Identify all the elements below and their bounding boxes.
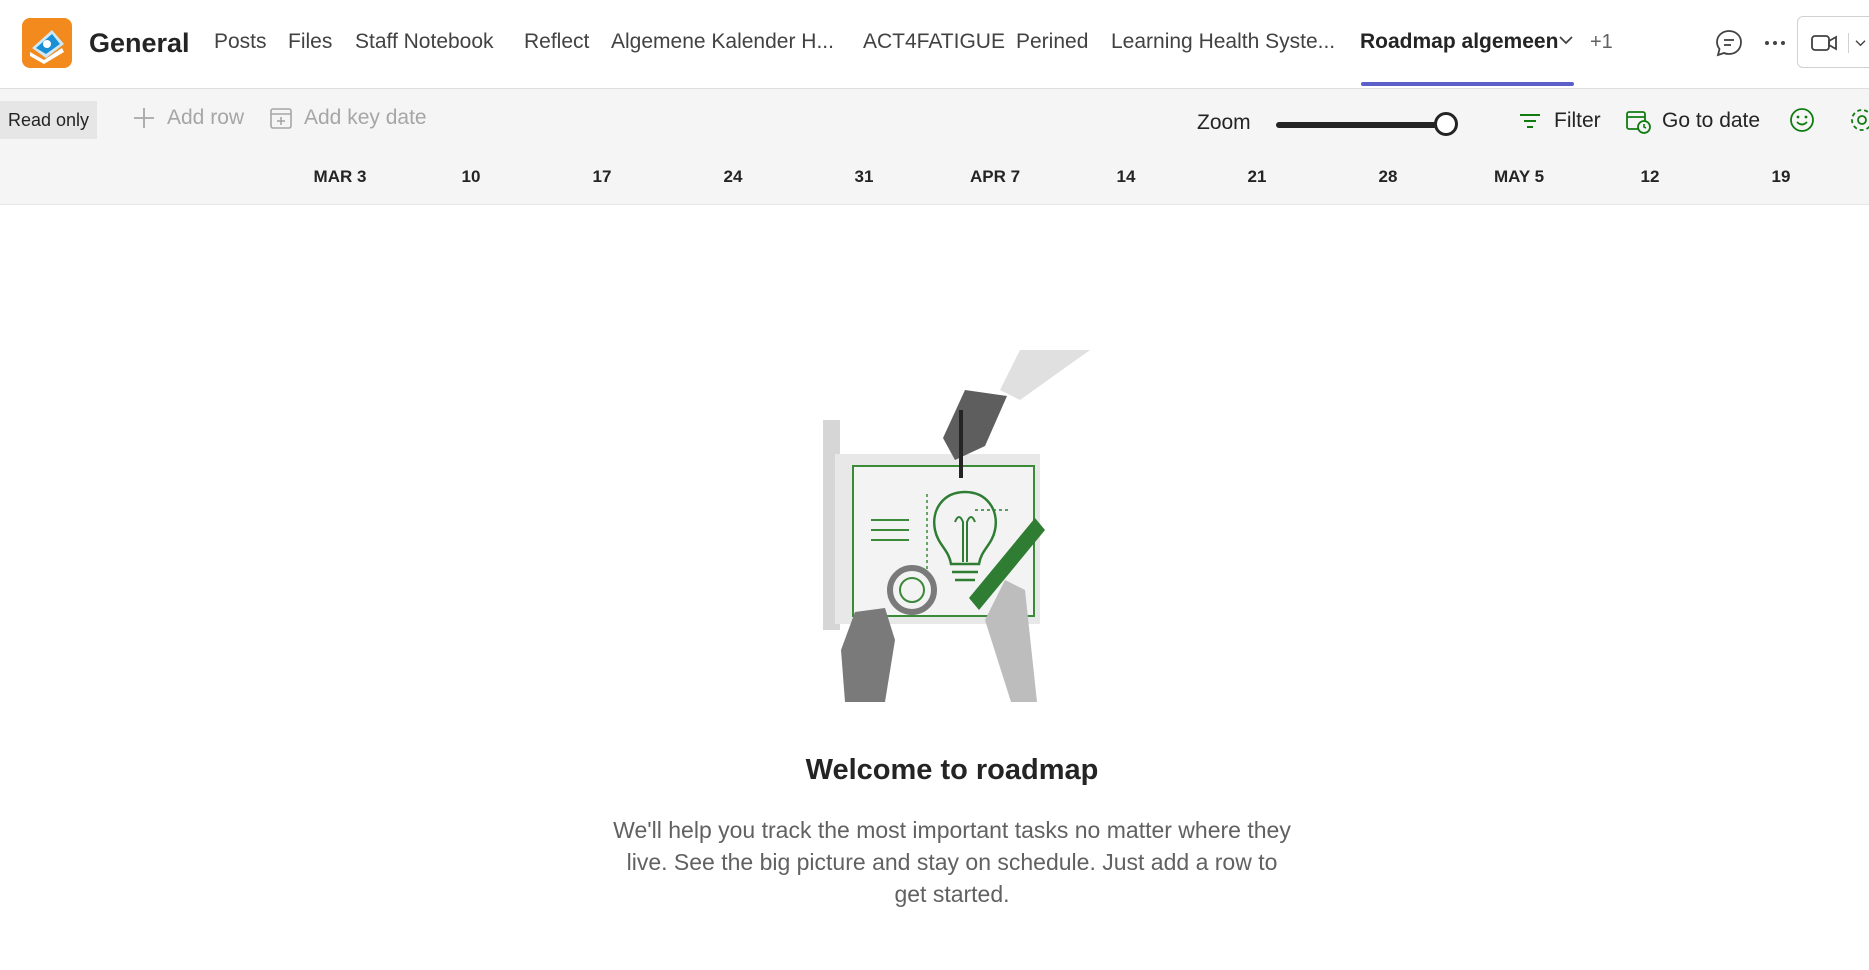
- go-to-date-button[interactable]: Go to date: [1624, 107, 1760, 135]
- filter-icon: [1520, 114, 1540, 128]
- timeline-date: MAR 3: [313, 167, 367, 186]
- timeline-date: 21: [1247, 167, 1267, 186]
- meet-button[interactable]: [1797, 16, 1869, 68]
- roadmap-planning-illustration: [823, 350, 1090, 702]
- empty-state-title: Welcome to roadmap: [805, 754, 1099, 786]
- more-icon[interactable]: [1758, 26, 1792, 60]
- tab-perined[interactable]: Perined: [1016, 30, 1088, 54]
- video-icon: [1811, 35, 1837, 51]
- tab-algemene-kalender[interactable]: Algemene Kalender H...: [611, 30, 834, 54]
- zoom-label: Zoom: [1197, 111, 1251, 134]
- go-to-date-label: Go to date: [1662, 109, 1761, 132]
- tab-staff-notebook[interactable]: Staff Notebook: [355, 30, 494, 54]
- timeline-date: 17: [592, 167, 612, 186]
- plus-icon: [134, 108, 154, 128]
- smiley-icon[interactable]: [1787, 105, 1817, 135]
- chat-icon[interactable]: [1712, 26, 1746, 60]
- active-tab-indicator: [1361, 82, 1574, 86]
- zoom-slider-track[interactable]: [1276, 122, 1446, 128]
- timeline-date: APR 7: [969, 167, 1021, 186]
- zoom-slider-thumb[interactable]: [1434, 112, 1458, 136]
- chevron-down-icon[interactable]: [1556, 30, 1576, 50]
- meet-chevron-icon[interactable]: [1848, 33, 1868, 53]
- add-row-label: Add row: [167, 106, 245, 129]
- channel-title: General: [89, 28, 190, 58]
- read-only-badge: Read only: [0, 101, 97, 139]
- filter-label: Filter: [1554, 109, 1601, 132]
- filter-button[interactable]: Filter: [1516, 107, 1601, 135]
- app-logo-icon: [22, 18, 72, 68]
- empty-state-description: We'll help you track the most important …: [613, 817, 1291, 907]
- timeline-date: 28: [1378, 167, 1398, 186]
- tab-act4fatigue[interactable]: ACT4FATIGUE: [863, 30, 1005, 54]
- timeline-date: 12: [1640, 167, 1660, 186]
- channel-header: General Posts Files Staff Notebook Refle…: [0, 0, 1869, 89]
- tab-files[interactable]: Files: [288, 30, 332, 54]
- timeline-date: 14: [1116, 167, 1136, 186]
- timeline-date: MAY 5: [1493, 167, 1545, 186]
- calendar-clock-icon: [1626, 111, 1651, 134]
- timeline-date: 19: [1771, 167, 1791, 186]
- tab-posts[interactable]: Posts: [214, 30, 267, 54]
- calendar-add-icon: [270, 108, 292, 129]
- add-key-date-button[interactable]: Add key date: [268, 105, 427, 131]
- timeline-date: 24: [723, 167, 743, 186]
- more-tabs-button[interactable]: +1: [1590, 31, 1613, 54]
- timeline-date: 10: [461, 167, 481, 186]
- roadmap-toolbar: Read only Add row Add key date Zoom Filt…: [0, 89, 1869, 151]
- tab-learning-health-system[interactable]: Learning Health Syste...: [1111, 30, 1335, 54]
- tab-roadmap-algemeen[interactable]: Roadmap algemeen: [1360, 30, 1558, 54]
- timeline-date: 31: [854, 167, 874, 186]
- timeline-header: MAR 3 10 17 24 31 APR 7 14 21 28 MAY 5 1…: [0, 151, 1869, 205]
- settings-icon[interactable]: [1847, 105, 1869, 135]
- add-key-date-label: Add key date: [304, 106, 427, 129]
- tab-reflect[interactable]: Reflect: [524, 30, 589, 54]
- add-row-button[interactable]: Add row: [131, 105, 244, 131]
